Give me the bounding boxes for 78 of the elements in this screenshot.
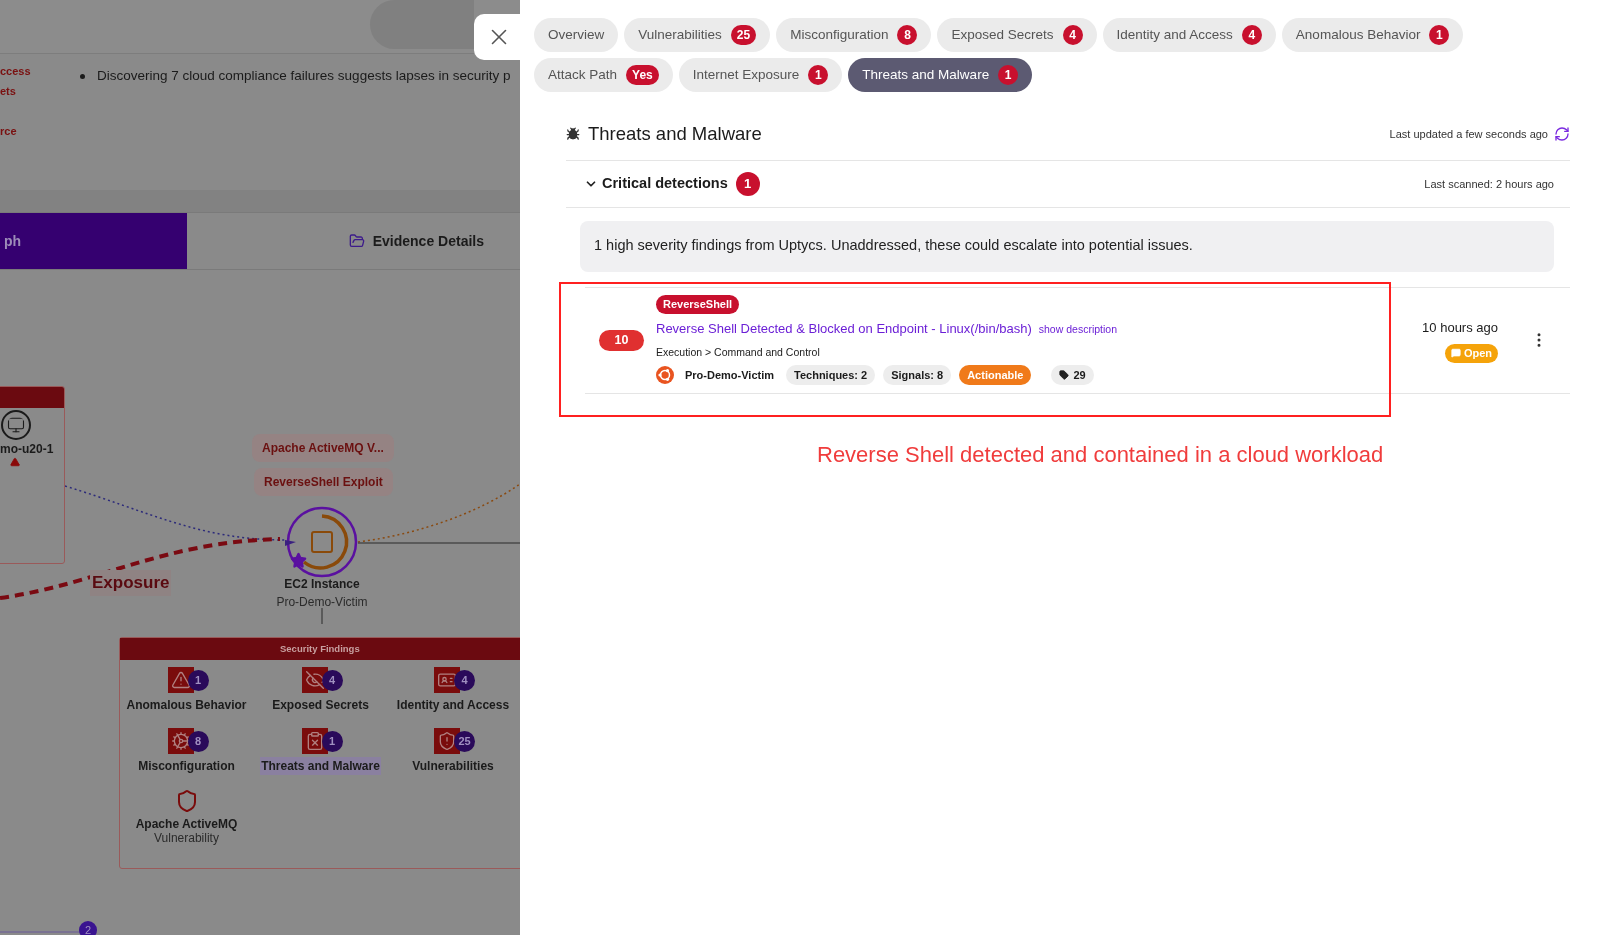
tab[interactable]: Attack Path Yes bbox=[534, 58, 673, 92]
edge-label: Exposure bbox=[90, 570, 172, 596]
status-tag: Actionable bbox=[959, 365, 1032, 386]
insight-text: Discovering 7 cloud compliance failures suggests lapses in security p bbox=[97, 67, 511, 85]
finding-label[interactable]: Misconfiguration bbox=[137, 757, 236, 775]
finding-label[interactable]: Threats and Malware bbox=[260, 757, 381, 775]
count-badge: Yes bbox=[626, 65, 659, 85]
host-card[interactable] bbox=[0, 386, 65, 564]
tab[interactable]: Overview bbox=[534, 18, 619, 52]
view-tab[interactable]: ph bbox=[0, 213, 187, 269]
host-name: Pro-Demo-Victim bbox=[685, 368, 775, 384]
description-link[interactable]: show description bbox=[1038, 322, 1117, 338]
node-tag[interactable]: Apache ActiveMQ V... bbox=[252, 434, 394, 462]
node-subtitle: Pro-Demo-Victim bbox=[276, 594, 368, 611]
tab[interactable]: Anomalous Behavior 1 bbox=[1281, 18, 1464, 52]
tab[interactable]: Internet Exposure 1 bbox=[678, 58, 843, 92]
bug-icon bbox=[566, 126, 580, 141]
bullet-icon bbox=[80, 73, 85, 79]
state-badge: Open bbox=[1444, 343, 1498, 363]
refresh-icon[interactable] bbox=[1554, 125, 1570, 142]
gear-icon bbox=[167, 728, 194, 754]
count-badge: 25 bbox=[730, 25, 757, 45]
comment-icon bbox=[1450, 348, 1461, 358]
close-button[interactable] bbox=[474, 14, 520, 60]
side-link[interactable]: ets bbox=[0, 84, 31, 98]
scan-time: Last scanned: 2 hours ago bbox=[1424, 176, 1554, 192]
id-card-icon bbox=[434, 667, 460, 693]
star-icon bbox=[290, 552, 307, 569]
tag-icon bbox=[1059, 370, 1070, 381]
instance-node-drawing[interactable] bbox=[282, 504, 358, 580]
tab[interactable]: Threats and Malware 1 bbox=[848, 58, 1033, 92]
detection-tag: ReverseShell bbox=[656, 295, 740, 315]
warning-icon bbox=[167, 667, 194, 693]
tab[interactable]: Misconfiguration 8 bbox=[776, 18, 932, 52]
tactic-text: Execution > Command and Control bbox=[656, 344, 821, 360]
update-time: Last updated a few seconds ago bbox=[1389, 126, 1548, 142]
finding-subtitle: Vulnerability bbox=[154, 831, 219, 845]
monitor-icon bbox=[1, 410, 31, 440]
finding-label[interactable]: Anomalous Behavior bbox=[125, 696, 248, 714]
tab[interactable]: Vulnerabilities 25 bbox=[624, 18, 771, 52]
count-badge: 4 bbox=[1062, 25, 1083, 45]
ubuntu-logo-icon bbox=[656, 366, 674, 385]
finding-label[interactable]: Vulnerabilities bbox=[411, 757, 495, 775]
finding-label[interactable]: Identity and Access bbox=[395, 696, 511, 714]
host-label: mo-u20-1 bbox=[0, 441, 54, 458]
tab[interactable]: Exposed Secrets 4 bbox=[937, 18, 1097, 52]
count-badge: 1 bbox=[735, 171, 760, 196]
side-link[interactable]: ccess bbox=[0, 64, 31, 78]
score-badge: 10 bbox=[599, 329, 644, 351]
group-title[interactable]: Critical detections bbox=[602, 172, 728, 195]
count-badge: 1 bbox=[1429, 25, 1450, 45]
node-tag[interactable]: ReverseShell Exploit bbox=[254, 468, 393, 496]
connector-line bbox=[321, 607, 323, 625]
view-tab[interactable]: Evidence Details bbox=[187, 213, 520, 269]
count-badge: 4 bbox=[1241, 25, 1262, 45]
finding-label[interactable]: Exposed Secrets bbox=[271, 696, 370, 714]
node-title: EC2 Instance bbox=[284, 576, 360, 593]
summary-text: 1 high severity findings from Uptycs. Unaddressed, these could escalate into potential issues. bbox=[594, 236, 1193, 256]
panel-title: Security Findings bbox=[280, 641, 360, 656]
count-badge: 1 bbox=[808, 65, 829, 85]
side-link[interactable]: rce bbox=[0, 124, 31, 138]
count-badge: 8 bbox=[897, 25, 918, 45]
detection-title[interactable]: Reverse Shell Detected & Blocked on Endpoint - Linux(/bin/bash) bbox=[656, 319, 1032, 339]
clipboard-alert-icon bbox=[301, 728, 328, 754]
finding-label: Apache ActiveMQ bbox=[135, 817, 238, 831]
tag-count[interactable]: 29 bbox=[1051, 365, 1094, 386]
section-title: Threats and Malware bbox=[588, 122, 762, 146]
info-chip: Signals: 8 bbox=[883, 365, 952, 386]
tab[interactable]: Identity and Access 4 bbox=[1102, 18, 1276, 52]
count-badge[interactable]: 2 bbox=[79, 921, 97, 935]
shield-alert-icon bbox=[434, 728, 460, 754]
eye-slash-icon bbox=[301, 667, 328, 693]
annotation-text: Reverse Shell detected and contained in a cloud workload bbox=[817, 440, 1385, 469]
count-badge: 1 bbox=[998, 65, 1019, 85]
detection-time: 10 hours ago bbox=[1422, 319, 1498, 337]
folder-icon bbox=[348, 233, 365, 249]
warning-icon bbox=[10, 457, 20, 467]
info-chip: Techniques: 2 bbox=[786, 365, 876, 386]
